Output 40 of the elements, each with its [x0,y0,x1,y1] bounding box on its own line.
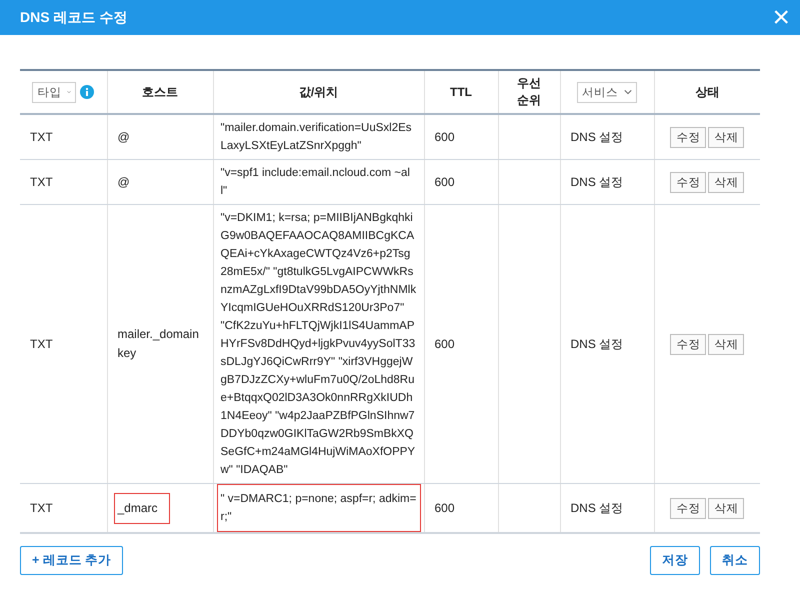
table-cell: TXT [30,130,53,144]
edit-button[interactable]: 수정 [670,126,706,148]
table-cell: DNS 설정 [570,500,624,514]
table-cell: mailer._domainkey [118,327,199,360]
table-cell: DNS 설정 [570,174,624,188]
table-cell: @ [118,130,130,144]
table-cell: DNS 설정 [570,336,624,350]
delete-button[interactable]: 삭제 [708,172,744,192]
column-header: 값/위치 [298,84,338,100]
window-title: DNS 레코드 수정 [20,8,128,26]
table-cell: @ [118,174,130,188]
delete-button[interactable]: 삭제 [708,126,744,148]
cancel-button[interactable]: 취소 [710,546,760,575]
table-cell: DNS 설정 [570,130,624,144]
table-cell: 600 [434,336,455,350]
delete-button[interactable]: 삭제 [708,334,744,354]
table-cell: TXT [30,500,53,514]
caret-icon [624,89,632,95]
filter-select[interactable]: 타입 [32,82,76,102]
add-record-button[interactable]: + 레코드 추가 [20,546,124,575]
delete-button[interactable]: 삭제 [708,498,744,518]
edit-button[interactable]: 수정 [670,172,706,192]
save-button[interactable]: 저장 [650,546,700,575]
table-cell: TXT [30,336,53,350]
column-header: 호스트 [142,84,178,100]
table-cell-text: "v=DKIM1; k=rsa; p=MIIBIjANBgkqhkiG9w0BAQEFAAOCAQ8AMIIBCgKCAQEAi+cYkAxageCWTQz4Vz6+p2Tsg28mE5x/" "gt8tulkG5LvgAIPCWWkRsnzmAZgLxfI9DtaV99bDA5OyYjthNMlkYIcqmIGUeHOuXRRdS120Ur3Po7" "CfK2zuYu+hFLTQjWjkI1lS4UammAPHYrFSv8DdHQyd+ljgkPvuv4yySolT33sDLJgYJ6QiCwRrr9Y" "xirf3VHggejWgB7DJzZCXy+wluFm7u0Q/2oLhd8Rue+BtqqxQ02lD3A3Ok0nnRRgXkIUDh1N4Eeoy" "w4p2JaaPZBfPGlnSIhnw7DDYb0qzw0GIKlTaGW2Rb9SmBkXQSeGfC+m24aMGl4HujWiMAoXfOPPYw" "IDAQAB" [220,211,416,478]
table-cell: TXT [30,174,53,188]
edit-button[interactable]: 수정 [670,498,706,518]
filter-select[interactable]: 서비스 [577,82,637,102]
column-header: 우선 순위 [516,75,542,109]
table-cell: 600 [434,130,455,144]
table-cell-text: "mailer.domain.verification=UuSxl2EsLaxyLSXtEyLatZSnrXpggh" [220,121,413,154]
column-header: TTL [450,85,472,99]
edit-button[interactable]: 수정 [670,334,706,354]
table-cell: 600 [434,500,455,514]
caret-icon [67,89,72,95]
info-icon[interactable] [80,85,94,99]
table-cell-text: "v=spf1 include:email.ncloud.com ~all" [220,166,411,199]
table-cell: 600 [434,174,455,188]
column-header: 상태 [695,84,720,100]
